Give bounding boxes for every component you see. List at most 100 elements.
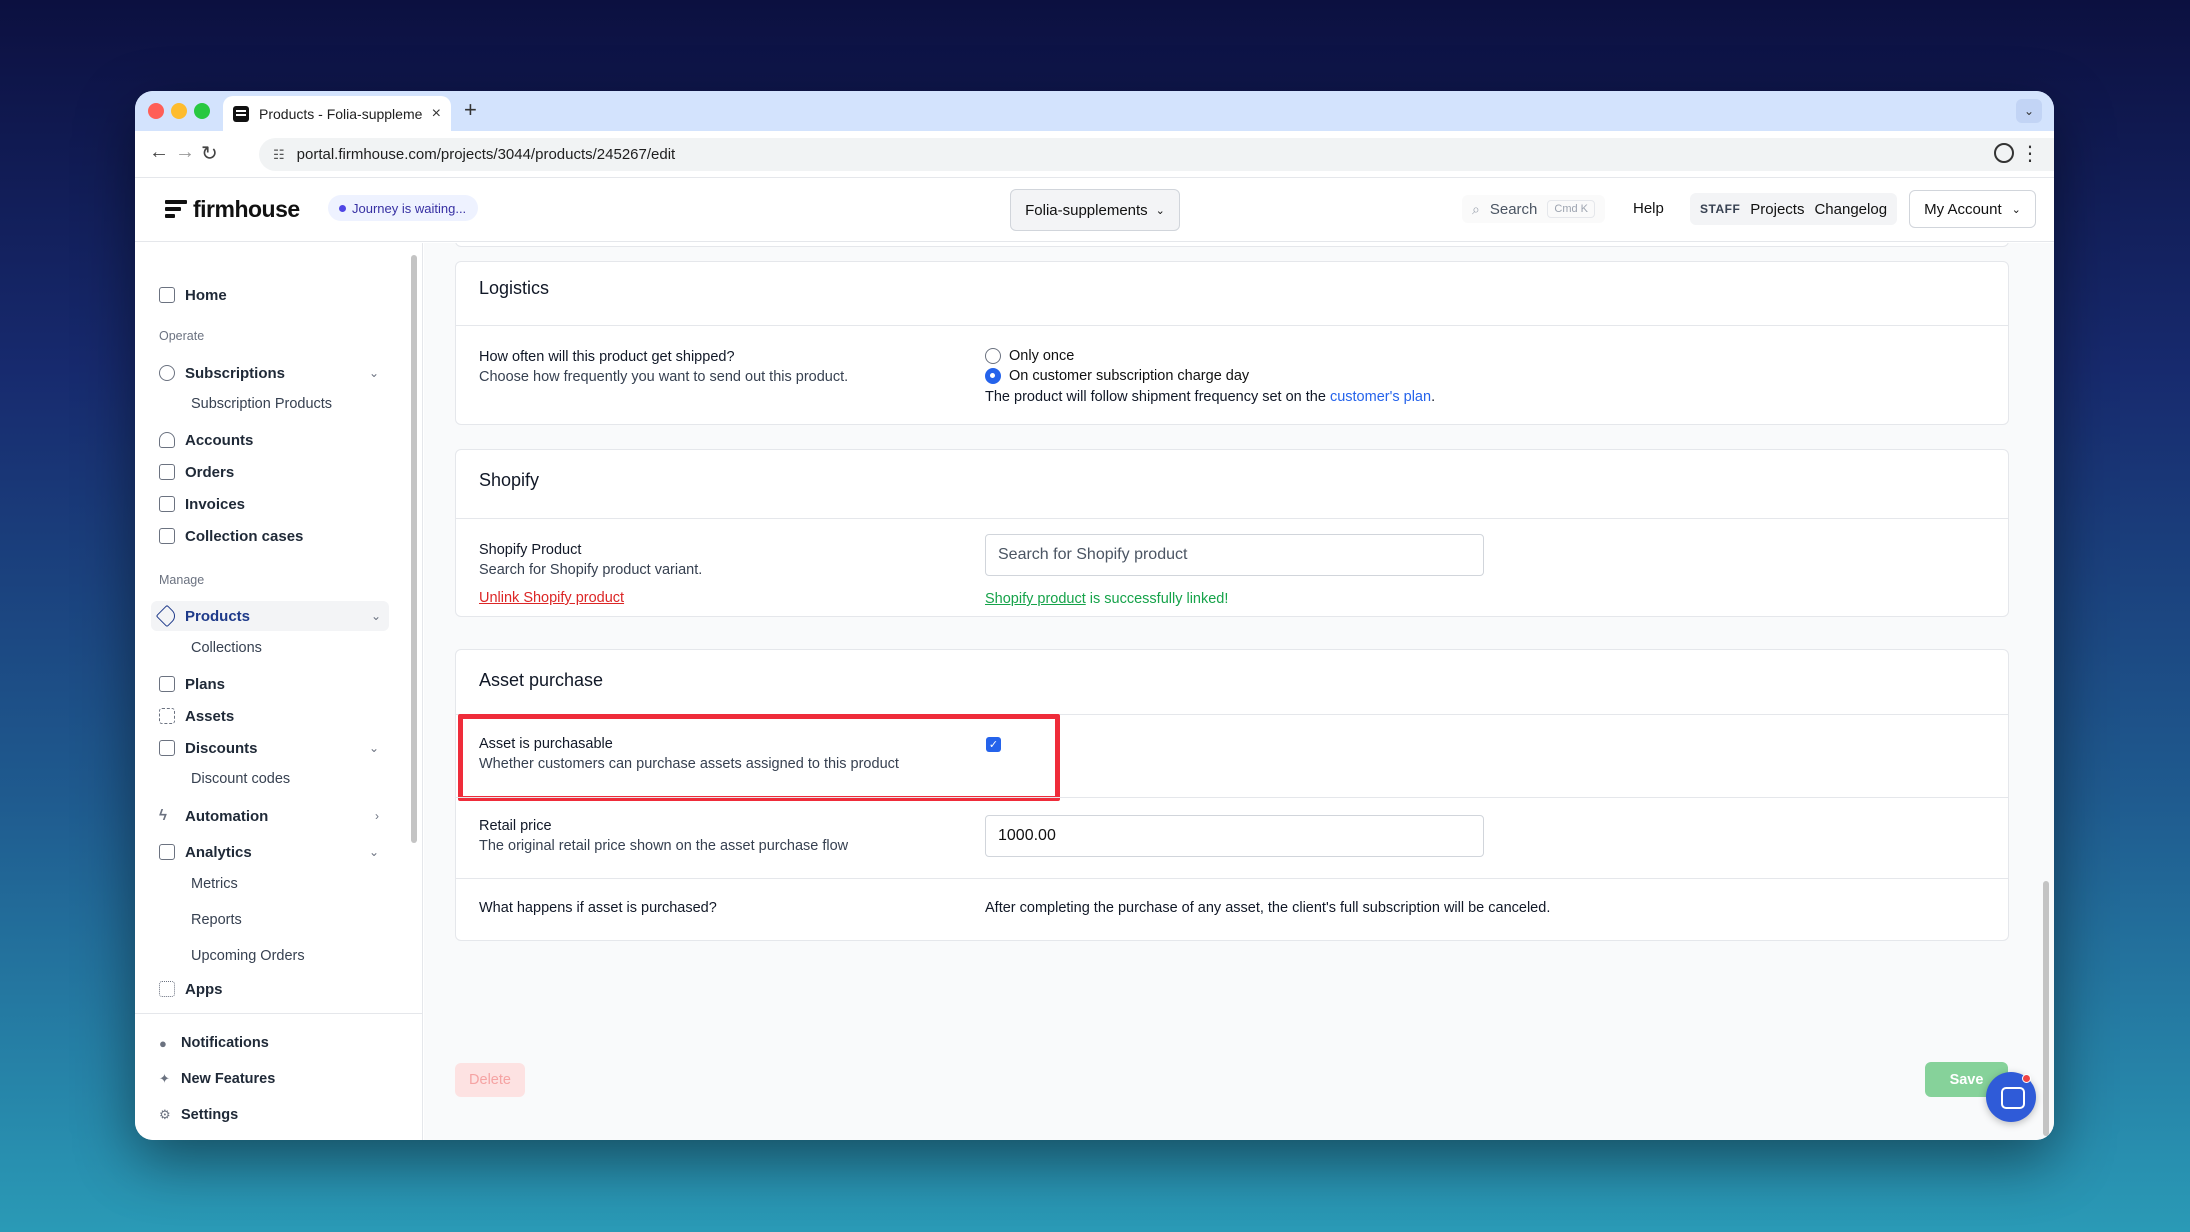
sidebar-item-reports[interactable]: Reports bbox=[191, 912, 242, 928]
forward-arrow-icon[interactable]: → bbox=[175, 141, 195, 164]
shopify-linked-message: Shopify product is successfully linked! bbox=[985, 591, 1228, 607]
search-icon: ⌕ bbox=[1472, 200, 1480, 217]
sidebar-item-subscription-products[interactable]: Subscription Products bbox=[191, 396, 332, 412]
sidebar-item-label: Analytics bbox=[185, 843, 252, 861]
sidebar-item-orders[interactable]: Orders bbox=[151, 458, 387, 486]
sidebar-item-collection-cases[interactable]: Collection cases bbox=[151, 522, 387, 550]
asset-purchasable-checkbox[interactable]: ✓ bbox=[986, 737, 1001, 752]
customers-plan-link[interactable]: customer's plan bbox=[1330, 389, 1431, 405]
retail-price-input[interactable]: 1000.00 bbox=[985, 815, 1484, 857]
sidebar-item-home[interactable]: Home bbox=[151, 281, 387, 309]
sidebar-item-plans[interactable]: Plans bbox=[151, 670, 387, 698]
chevron-down-icon: ⌄ bbox=[1155, 204, 1165, 217]
my-account-button[interactable]: My Account ⌄ bbox=[1909, 190, 2036, 228]
sidebar-item-label: Plans bbox=[185, 675, 226, 693]
receipt-icon bbox=[159, 740, 175, 756]
sidebar-item-label: Automation bbox=[185, 807, 269, 825]
projects-link[interactable]: Projects bbox=[1750, 201, 1804, 218]
chart-icon bbox=[159, 844, 175, 860]
chevron-down-icon: ⌄ bbox=[2011, 203, 2021, 216]
sidebar-item-label: Settings bbox=[181, 1107, 239, 1123]
firmhouse-logo[interactable]: firmhouse bbox=[165, 196, 300, 223]
sidebar-item-label: Notifications bbox=[181, 1035, 269, 1051]
sidebar-section-manage: Manage bbox=[159, 573, 205, 587]
app-header: firmhouse Journey is waiting... Folia-su… bbox=[135, 178, 2054, 242]
site-info-icon[interactable]: ☷ bbox=[273, 147, 285, 163]
favicon-icon bbox=[233, 105, 249, 122]
list-icon bbox=[159, 676, 175, 692]
help-link[interactable]: Help bbox=[1633, 200, 1664, 217]
what-happens-label: What happens if asset is purchased? bbox=[479, 900, 717, 916]
delete-button[interactable]: Delete bbox=[455, 1063, 525, 1097]
note-suffix: . bbox=[1431, 389, 1436, 405]
sidebar-item-invoices[interactable]: Invoices bbox=[151, 490, 387, 518]
sidebar-item-products[interactable]: Products ⌄ bbox=[151, 601, 389, 631]
shopify-product-link[interactable]: Shopify product bbox=[985, 591, 1086, 607]
reload-icon[interactable]: ↻ bbox=[201, 141, 218, 166]
browser-window: Products - Folia-supplements × + ⌄ ← → ↻… bbox=[135, 91, 2054, 1140]
page-scrollbar[interactable] bbox=[2043, 881, 2049, 1136]
sidebar-item-upcoming-orders[interactable]: Upcoming Orders bbox=[191, 948, 305, 964]
browser-tab[interactable]: Products - Folia-supplements × bbox=[223, 96, 451, 131]
logo-icon bbox=[165, 199, 187, 220]
sparkles-icon: ✦ bbox=[159, 1071, 170, 1086]
radio-charge-day[interactable]: On customer subscription charge day bbox=[985, 368, 1249, 384]
chevron-down-icon: ⌄ bbox=[370, 609, 381, 623]
sidebar-item-new-features[interactable]: ✦ New Features bbox=[159, 1067, 275, 1091]
tab-search-chevron-icon[interactable]: ⌄ bbox=[2016, 99, 2042, 123]
sidebar-item-automation[interactable]: ϟ Automation › bbox=[151, 802, 387, 830]
url-text[interactable]: portal.firmhouse.com/projects/3044/produ… bbox=[297, 146, 676, 163]
shopify-product-search-input[interactable]: Search for Shopify product bbox=[985, 534, 1484, 576]
sidebar-item-label: Invoices bbox=[185, 495, 246, 513]
card-divider bbox=[456, 797, 2008, 798]
shopify-product-description: Search for Shopify product variant. bbox=[479, 562, 703, 578]
unlink-shopify-product-link[interactable]: Unlink Shopify product bbox=[479, 590, 624, 606]
sidebar-item-discounts[interactable]: Discounts ⌄ bbox=[151, 734, 387, 762]
logistics-card: Logistics How often will this product ge… bbox=[455, 261, 2009, 425]
sidebar-item-label: Orders bbox=[185, 463, 235, 481]
sidebar-item-label: Products bbox=[185, 607, 251, 625]
maximize-window-button[interactable] bbox=[194, 103, 210, 119]
close-window-button[interactable] bbox=[148, 103, 164, 119]
journey-status-badge[interactable]: Journey is waiting... bbox=[328, 195, 479, 221]
radio-button-checked[interactable] bbox=[985, 368, 1001, 384]
sidebar-scrollbar[interactable] bbox=[411, 255, 417, 843]
users-icon bbox=[159, 432, 175, 448]
new-tab-button[interactable]: + bbox=[464, 97, 477, 123]
sidebar-item-assets[interactable]: Assets bbox=[151, 702, 387, 730]
sidebar-item-settings[interactable]: ⚙ Settings bbox=[159, 1103, 238, 1127]
back-arrow-icon[interactable]: ← bbox=[149, 141, 169, 164]
search-label: Search bbox=[1489, 200, 1538, 218]
tab-title: Products - Folia-supplements bbox=[259, 105, 422, 122]
sidebar-item-subscriptions[interactable]: Subscriptions ⌄ bbox=[151, 359, 387, 387]
sidebar-item-metrics[interactable]: Metrics bbox=[191, 876, 238, 892]
browser-menu-icon[interactable]: ⋮ bbox=[2020, 141, 2040, 166]
sidebar-item-analytics[interactable]: Analytics ⌄ bbox=[151, 838, 387, 866]
sidebar-item-apps[interactable]: Apps bbox=[151, 975, 387, 1003]
previous-card bbox=[455, 243, 2009, 247]
profile-icon[interactable] bbox=[1994, 143, 2014, 163]
card-divider bbox=[456, 714, 2008, 715]
sidebar-item-collections[interactable]: Collections bbox=[191, 640, 262, 656]
search-button[interactable]: ⌕ Search Cmd K bbox=[1462, 195, 1605, 223]
sidebar-item-accounts[interactable]: Accounts bbox=[151, 426, 387, 454]
lightning-icon: ϟ bbox=[159, 807, 167, 824]
tab-close-icon[interactable]: × bbox=[432, 105, 441, 123]
document-icon bbox=[159, 496, 175, 512]
search-shortcut: Cmd K bbox=[1547, 200, 1595, 218]
changelog-link[interactable]: Changelog bbox=[1814, 201, 1887, 218]
staff-tag: STAFF bbox=[1700, 202, 1741, 216]
retail-price-description: The original retail price shown on the a… bbox=[479, 838, 849, 854]
radio-only-once[interactable]: Only once bbox=[985, 348, 1074, 364]
address-bar[interactable]: ☷ portal.firmhouse.com/projects/3044/pro… bbox=[259, 138, 2054, 171]
minimize-window-button[interactable] bbox=[171, 103, 187, 119]
project-select-label: Folia-supplements bbox=[1025, 201, 1148, 219]
asset-purchasable-description: Whether customers can purchase assets as… bbox=[479, 756, 899, 772]
project-select[interactable]: Folia-supplements ⌄ bbox=[1010, 189, 1180, 231]
note-prefix: The product will follow shipment frequen… bbox=[985, 389, 1330, 405]
what-happens-text: After completing the purchase of any ass… bbox=[985, 900, 1551, 916]
sidebar-item-notifications[interactable]: ● Notifications bbox=[159, 1031, 269, 1055]
radio-button[interactable] bbox=[985, 348, 1001, 364]
sidebar-item-discount-codes[interactable]: Discount codes bbox=[191, 771, 290, 787]
main-content: Logistics How often will this product ge… bbox=[424, 243, 2054, 1140]
